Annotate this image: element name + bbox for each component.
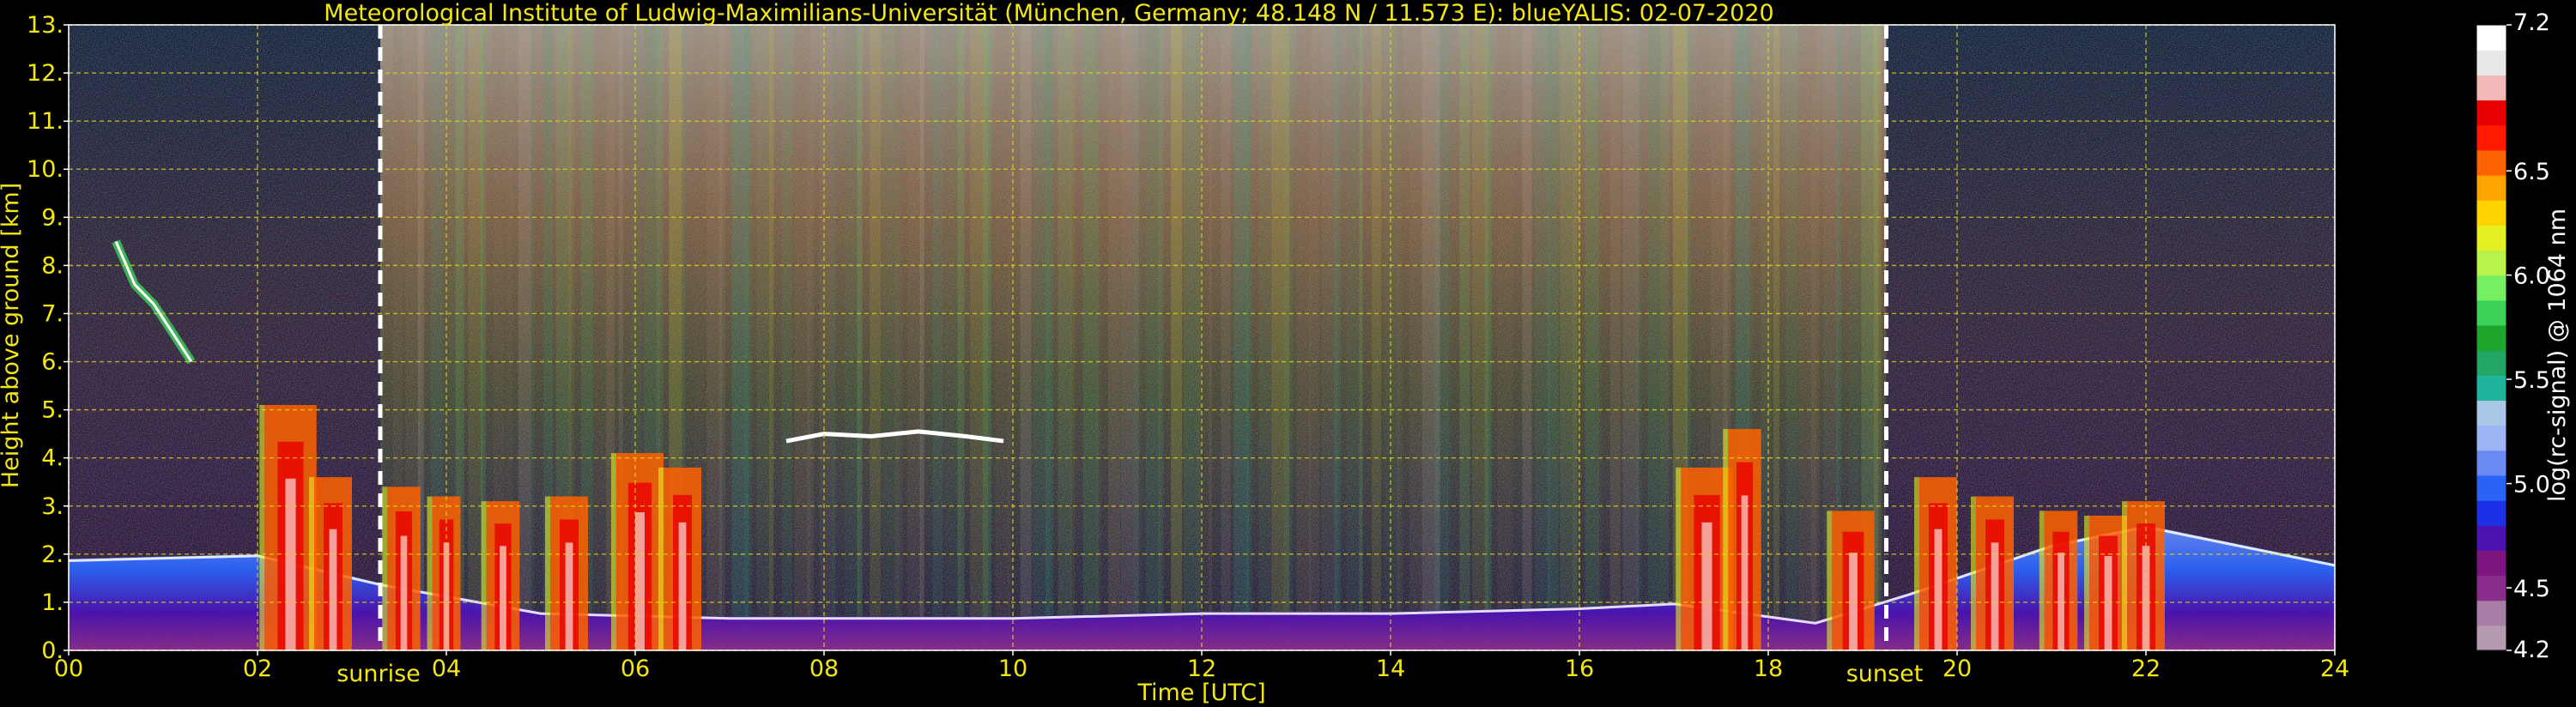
plume-peak	[1741, 495, 1749, 650]
y-tick-label: 1.	[41, 589, 64, 616]
x-tick-label: 10	[998, 656, 1027, 682]
plume-peak	[2104, 556, 2112, 650]
colorbar-swatch	[2476, 75, 2506, 101]
y-tick-label: 13.	[27, 12, 64, 39]
plume-edge	[309, 477, 314, 650]
lidar-chart: sunrise sunset 00 02 04 06 08 10 12 14 16 18 20 22 24…	[0, 0, 2571, 706]
colorbar-swatch	[2476, 474, 2506, 501]
x-tick-label: 18	[1754, 656, 1783, 682]
colorbar-tick-label: 4.2	[2513, 637, 2550, 663]
x-tick-label: 20	[1943, 656, 1972, 682]
x-tick-label: 22	[2131, 656, 2161, 682]
colorbar-swatch	[2476, 174, 2506, 201]
colorbar-swatch	[2476, 149, 2506, 176]
plume-edge	[611, 453, 616, 650]
colorbar-swatch	[2476, 425, 2506, 451]
colorbar-swatch	[2476, 250, 2506, 276]
plume-edge	[1914, 477, 1919, 650]
plume-peak	[329, 529, 337, 650]
plume-peak	[1991, 542, 1999, 650]
colorbar-swatch	[2476, 400, 2506, 426]
x-tick-label: 12	[1187, 656, 1216, 682]
x-tick-label: 14	[1376, 656, 1405, 682]
y-tick-label: 6.	[41, 349, 64, 376]
colorbar-tick-label: 4.5	[2513, 576, 2550, 602]
plume-edge	[382, 486, 388, 650]
x-axis-label: Time [UTC]	[1136, 680, 1265, 706]
x-tick-label: 16	[1565, 656, 1594, 682]
x-tick-label: 06	[621, 656, 650, 682]
x-tick-label: 08	[809, 656, 839, 682]
plume-edge	[1676, 467, 1682, 650]
plume-edge	[1971, 496, 1976, 650]
plume-edge	[2084, 515, 2089, 650]
y-tick-label: 0.	[41, 638, 64, 664]
plume-edge	[427, 496, 433, 650]
colorbar-swatch	[2476, 525, 2506, 551]
colorbar-swatch	[2476, 375, 2506, 401]
plume-peak	[635, 512, 645, 650]
y-tick-label: 10.	[27, 156, 64, 183]
colorbar-swatch	[2476, 200, 2506, 226]
colorbar-swatch	[2476, 324, 2506, 351]
colorbar-swatch	[2476, 350, 2506, 376]
colorbar-swatch	[2476, 225, 2506, 251]
y-tick-label: 4.	[41, 445, 64, 472]
plume-peak	[400, 535, 408, 650]
y-tick-label: 7.	[41, 300, 64, 327]
x-tick-label: 04	[432, 656, 461, 682]
y-tick-label: 12.	[27, 60, 64, 87]
plume-edge	[2039, 511, 2045, 650]
colorbar-swatch	[2476, 100, 2506, 126]
plume-peak	[1934, 529, 1943, 650]
plume-edge	[545, 496, 550, 650]
y-tick-label: 8.	[41, 252, 64, 279]
colorbar-swatch	[2476, 50, 2506, 76]
sunset-label: sunset	[1846, 661, 1924, 687]
colorbar-swatch	[2476, 625, 2506, 651]
colorbar-swatch	[2476, 124, 2506, 151]
x-tick-label: 24	[2320, 656, 2349, 682]
colorbar-swatch	[2476, 450, 2506, 476]
y-axis-label: Height above ground [km]	[0, 183, 24, 488]
colorbar-swatch	[2476, 600, 2506, 626]
y-tick-label: 5.	[41, 397, 64, 424]
colorbar-swatch	[2476, 500, 2506, 526]
plume-edge	[1827, 511, 1833, 650]
y-tick-label: 3.	[41, 493, 64, 520]
colorbar-tick-label: 7.2	[2513, 9, 2550, 36]
colorbar-label: log(rc-signal) @ 1064 nm	[2544, 208, 2571, 502]
colorbar-swatch	[2476, 575, 2506, 601]
y-tick-label: 9.	[41, 204, 64, 231]
plume-edge	[259, 405, 265, 650]
colorbar-swatch	[2476, 299, 2506, 326]
colorbar: 4.24.55.05.56.06.57.2	[2476, 9, 2550, 663]
x-tick-label: 02	[243, 656, 272, 682]
y-tick-label: 2.	[41, 541, 64, 568]
colorbar-swatch	[2476, 25, 2506, 51]
colorbar-swatch	[2476, 275, 2506, 301]
colorbar-swatch	[2476, 550, 2506, 577]
plume-edge	[658, 467, 664, 650]
plume-peak	[1849, 553, 1858, 650]
plume-peak	[285, 478, 296, 650]
chart-title: Meteorological Institute of Ludwig-Maxim…	[324, 0, 1773, 27]
plume-peak	[678, 522, 687, 650]
y-tick-label: 11.	[27, 108, 64, 135]
plume-peak	[500, 546, 506, 650]
plume-peak	[565, 542, 573, 650]
plume-edge	[481, 501, 487, 650]
plume-edge	[1723, 429, 1729, 650]
plume-edge	[2122, 501, 2127, 650]
plume-peak	[2058, 553, 2064, 650]
colorbar-tick-label: 6.5	[2513, 159, 2550, 185]
plume-peak	[1701, 522, 1712, 650]
sunrise-label: sunrise	[336, 661, 421, 687]
